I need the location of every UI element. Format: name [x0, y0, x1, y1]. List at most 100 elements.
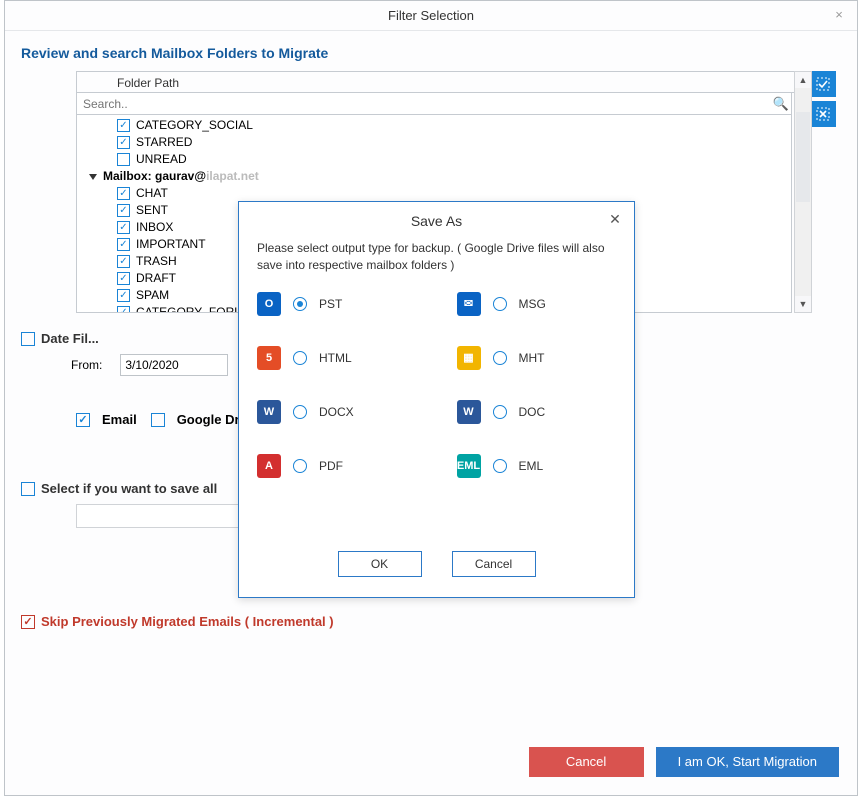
eml-label: EML [519, 459, 544, 473]
html-label: HTML [319, 351, 352, 365]
list-item[interactable]: STARRED [77, 134, 791, 151]
modal-titlebar: Save As ✕ [239, 202, 634, 240]
msg-icon: ✉ [457, 292, 481, 316]
search-input[interactable] [77, 97, 771, 111]
pst-radio[interactable] [293, 297, 307, 311]
modal-body: Please select output type for backup. ( … [239, 240, 634, 478]
folder-checkbox[interactable] [117, 306, 130, 313]
email-checkbox[interactable] [76, 413, 90, 427]
folder-checkbox[interactable] [117, 272, 130, 285]
folder-checkbox[interactable] [117, 153, 130, 166]
footer-buttons: Cancel I am OK, Start Migration [529, 747, 839, 777]
doc-label: DOC [519, 405, 546, 419]
modal-message: Please select output type for backup. ( … [257, 240, 616, 274]
scroll-up-icon[interactable]: ▲ [795, 72, 811, 88]
folder-checkbox[interactable] [117, 238, 130, 251]
html-radio[interactable] [293, 351, 307, 365]
docx-label: DOCX [319, 405, 354, 419]
side-action-buttons [810, 71, 838, 131]
gdrive-label: Google Dr [177, 412, 240, 427]
format-option-eml[interactable]: EMLEML [457, 454, 617, 478]
mht-label: MHT [519, 351, 545, 365]
cancel-button[interactable]: Cancel [529, 747, 644, 777]
date-filter-label: Date Fil... [41, 331, 99, 346]
list-item[interactable]: CATEGORY_SOCIAL [77, 117, 791, 134]
folder-checkbox[interactable] [117, 221, 130, 234]
folder-label: DRAFT [136, 270, 176, 287]
folder-checkbox[interactable] [117, 289, 130, 302]
folder-label: STARRED [136, 134, 192, 151]
skip-label: Skip Previously Migrated Emails ( Increm… [41, 614, 334, 629]
pdf-icon: A [257, 454, 281, 478]
filter-selection-window: Filter Selection × Review and search Mai… [4, 0, 858, 796]
msg-radio[interactable] [493, 297, 507, 311]
folder-label: IMPORTANT [136, 236, 206, 253]
mht-icon: ▦ [457, 346, 481, 370]
folder-checkbox[interactable] [117, 255, 130, 268]
gdrive-checkbox[interactable] [151, 413, 165, 427]
html-icon: 5 [257, 346, 281, 370]
folder-checkbox[interactable] [117, 187, 130, 200]
folder-label: CHAT [136, 185, 168, 202]
modal-footer: OK Cancel [239, 551, 634, 577]
pdf-radio[interactable] [293, 459, 307, 473]
format-option-msg[interactable]: ✉ MSG [457, 292, 617, 316]
modal-ok-button[interactable]: OK [338, 551, 422, 577]
modal-cancel-button[interactable]: Cancel [452, 551, 536, 577]
doc-radio[interactable] [493, 405, 507, 419]
scroll-down-icon[interactable]: ▼ [795, 296, 811, 312]
close-icon[interactable]: × [829, 5, 849, 25]
deselect-all-button[interactable] [810, 101, 836, 127]
mailbox-label: Mailbox: gaurav@ilapat.net [103, 168, 259, 185]
mailbox-row[interactable]: Mailbox: gaurav@ilapat.net [77, 168, 791, 185]
scroll-thumb[interactable] [796, 112, 810, 202]
folder-label: TRASH [136, 253, 177, 270]
select-all-button[interactable] [810, 71, 836, 97]
section-title: Review and search Mailbox Folders to Mig… [21, 45, 841, 61]
folder-label: INBOX [136, 219, 173, 236]
folder-label: CATEGORY_FORUM [136, 304, 253, 313]
folder-label: SENT [136, 202, 168, 219]
pdf-label: PDF [319, 459, 343, 473]
start-migration-button[interactable]: I am OK, Start Migration [656, 747, 839, 777]
date-filter-checkbox[interactable] [21, 332, 35, 346]
msg-label: MSG [519, 297, 546, 311]
list-item[interactable]: UNREAD [77, 151, 791, 168]
format-option-html[interactable]: 5 HTML [257, 346, 417, 370]
modal-close-icon[interactable]: ✕ [604, 208, 626, 230]
folder-checkbox[interactable] [117, 204, 130, 217]
folder-label: UNREAD [136, 151, 187, 168]
folder-scrollbar[interactable]: ▲ ▼ [794, 71, 812, 313]
docx-radio[interactable] [293, 405, 307, 419]
format-option-pst[interactable]: O PST [257, 292, 417, 316]
format-option-mht[interactable]: ▦ MHT [457, 346, 617, 370]
from-date-input[interactable] [120, 354, 228, 376]
email-label: Email [102, 412, 137, 427]
pst-icon: O [257, 292, 281, 316]
save-all-label: Select if you want to save all [41, 481, 217, 496]
skip-checkbox[interactable] [21, 615, 35, 629]
list-item[interactable]: CHAT [77, 185, 791, 202]
window-title: Filter Selection [388, 8, 474, 23]
titlebar: Filter Selection × [5, 1, 857, 31]
folder-header: Folder Path [76, 71, 836, 93]
modal-title: Save As [411, 213, 462, 229]
search-icon[interactable]: 🔍 [771, 96, 791, 112]
folder-checkbox[interactable] [117, 136, 130, 149]
pst-label: PST [319, 297, 342, 311]
save-as-dialog: Save As ✕ Please select output type for … [238, 201, 635, 598]
docx-icon: W [257, 400, 281, 424]
format-option-doc[interactable]: W DOC [457, 400, 617, 424]
folder-label: CATEGORY_SOCIAL [136, 117, 253, 134]
folder-label: SPAM [136, 287, 169, 304]
doc-icon: W [457, 400, 481, 424]
expand-icon[interactable] [89, 174, 97, 180]
format-grid: O PST ✉ MSG 5 HTML ▦ MHT W DOCX W DOC A PDF EMLEML [257, 292, 616, 478]
folder-search: 🔍 [76, 93, 792, 115]
format-option-pdf[interactable]: A PDF [257, 454, 417, 478]
mht-radio[interactable] [493, 351, 507, 365]
save-all-checkbox[interactable] [21, 482, 35, 496]
eml-radio[interactable] [493, 459, 507, 473]
folder-checkbox[interactable] [117, 119, 130, 132]
format-option-docx[interactable]: W DOCX [257, 400, 417, 424]
